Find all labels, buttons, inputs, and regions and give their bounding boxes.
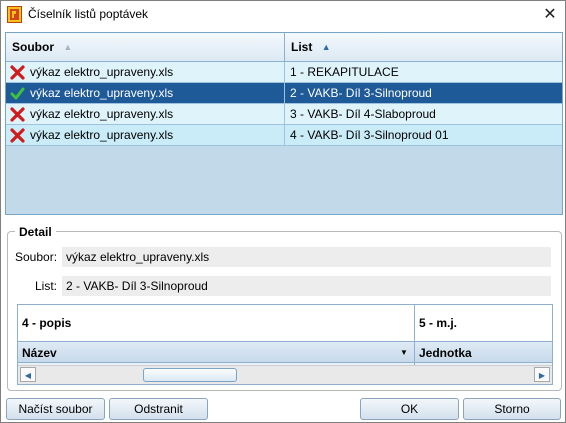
column-header-list[interactable]: List ▲ [285,33,562,61]
scroll-thumb[interactable] [143,368,237,382]
mapping-field-jednotka[interactable]: Jednotka [415,341,552,363]
table-row[interactable]: výkaz elektro_upraveny.xls 1 - REKAPITUL… [6,62,562,83]
cell-list: 1 - REKAPITULACE [285,62,562,83]
cell-soubor-text: výkaz elektro_upraveny.xls [30,86,174,100]
list-field: 2 - VAKB- Díl 3-Silnoproud [62,276,551,296]
cell-soubor: výkaz elektro_upraveny.xls [6,125,285,146]
table-row-selected[interactable]: výkaz elektro_upraveny.xls 2 - VAKB- Díl… [6,83,562,104]
sort-asc-icon: ▲ [321,42,331,52]
column-mapping-grid: 4 - popis 5 - m.j. Název Jednotka ▼ ◀ ▶ [17,304,553,385]
red-x-icon [10,107,25,122]
remove-button[interactable]: Odstranit [109,398,208,420]
cell-soubor-text: výkaz elektro_upraveny.xls [30,107,174,121]
soubor-label: Soubor: [15,250,58,264]
detail-legend: Detail [15,225,56,239]
chevron-down-icon[interactable]: ▼ [400,348,408,357]
table-row[interactable]: výkaz elektro_upraveny.xls 4 - VAKB- Díl… [6,125,562,146]
horizontal-scrollbar[interactable]: ◀ ▶ [18,365,552,384]
cell-soubor: výkaz elektro_upraveny.xls [6,62,285,83]
scroll-left-icon[interactable]: ◀ [20,367,36,382]
cell-soubor: výkaz elektro_upraveny.xls [6,83,285,104]
app-logo-icon [7,6,22,23]
cell-soubor-text: výkaz elektro_upraveny.xls [30,65,174,79]
cancel-button[interactable]: Storno [463,398,561,420]
mapping-field-jednotka-label: Jednotka [419,346,472,360]
mapping-field-nazev-label: Název [22,346,57,360]
column-header-soubor[interactable]: Soubor ▲ [6,33,285,61]
red-x-icon [10,128,25,143]
cell-soubor-text: výkaz elektro_upraveny.xls [30,128,174,142]
cell-list: 4 - VAKB- Díl 3-Silnoproud 01 [285,125,562,146]
column-header-soubor-label: Soubor [12,40,54,54]
window-title: Číselník listů poptávek [28,7,149,21]
cell-list: 3 - VAKB- Díl 4-Slaboproud [285,104,562,125]
ok-button[interactable]: OK [360,398,459,420]
cell-list: 2 - VAKB- Díl 3-Silnoproud [285,83,562,104]
dialog-window: Číselník listů poptávek ✕ Soubor ▲ List … [0,0,566,423]
green-check-icon [10,87,25,100]
column-divider [414,305,415,365]
close-button[interactable]: ✕ [535,1,565,29]
list-label: List: [35,279,58,293]
scroll-right-icon[interactable]: ▶ [534,367,550,382]
grid-header: Soubor ▲ List ▲ [6,33,562,62]
table-row[interactable]: výkaz elektro_upraveny.xls 3 - VAKB- Díl… [6,104,562,125]
mapping-col-mj-header: 5 - m.j. [419,316,458,330]
sort-asc-icon: ▲ [63,42,73,52]
red-x-icon [10,65,25,80]
title-bar: Číselník listů poptávek ✕ [1,1,565,29]
mapping-field-nazev[interactable]: Název [18,341,414,363]
cell-soubor: výkaz elektro_upraveny.xls [6,104,285,125]
column-header-list-label: List [291,40,313,54]
soubor-field: výkaz elektro_upraveny.xls [62,247,551,267]
mapping-col-popis-header: 4 - popis [22,316,72,330]
sheet-grid: Soubor ▲ List ▲ výkaz elektro_upraveny.x… [5,32,563,215]
load-file-button[interactable]: Načíst soubor [6,398,105,420]
